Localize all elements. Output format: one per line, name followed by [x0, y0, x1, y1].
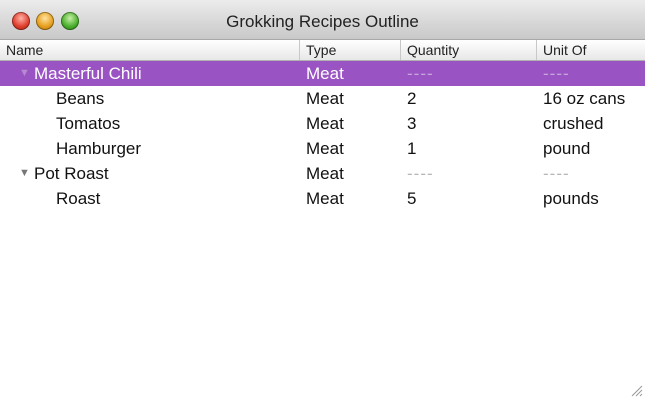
outline-row-group[interactable]: ▼ Masterful Chili Meat ---- ----: [0, 61, 645, 86]
row-type: Meat: [306, 189, 344, 208]
row-unit: ----: [543, 164, 570, 183]
row-type: Meat: [306, 114, 344, 133]
row-type: Meat: [306, 89, 344, 108]
row-quantity: 2: [407, 89, 417, 108]
outline-row[interactable]: Roast Meat 5 pounds: [0, 186, 645, 211]
row-name: Tomatos: [56, 114, 121, 133]
row-unit: ----: [543, 64, 570, 83]
row-name: Masterful Chili: [34, 64, 142, 83]
outline-row[interactable]: Tomatos Meat 3 crushed: [0, 111, 645, 136]
row-type: Meat: [306, 64, 344, 83]
column-header-name[interactable]: Name: [0, 40, 300, 60]
outline-row[interactable]: Hamburger Meat 1 pound: [0, 136, 645, 161]
row-type: Meat: [306, 139, 344, 158]
row-name: Roast: [56, 189, 101, 208]
row-quantity: 5: [407, 189, 417, 208]
row-quantity: ----: [407, 164, 434, 183]
row-quantity: 3: [407, 114, 417, 133]
outline-row[interactable]: Beans Meat 2 16 oz cans: [0, 86, 645, 111]
column-header-quantity[interactable]: Quantity: [401, 40, 537, 60]
row-name: Hamburger: [56, 139, 142, 158]
row-quantity: 1: [407, 139, 417, 158]
window-title: Grokking Recipes Outline: [226, 12, 419, 31]
title-bar[interactable]: Grokking Recipes Outline: [0, 0, 645, 39]
row-name: Pot Roast: [34, 164, 109, 183]
row-unit: pounds: [543, 189, 599, 208]
column-header-type[interactable]: Type: [300, 40, 401, 60]
row-unit: 16 oz cans: [543, 89, 626, 108]
resize-grip-icon[interactable]: [629, 383, 643, 397]
column-header-unit-of[interactable]: Unit Of: [537, 40, 645, 60]
row-quantity: ----: [407, 64, 434, 83]
row-type: Meat: [306, 164, 344, 183]
outline-window: Grokking Recipes Outline Name Type Quant…: [0, 0, 645, 399]
outline-row-group[interactable]: ▼ Pot Roast Meat ---- ----: [0, 161, 645, 186]
row-name: Beans: [56, 89, 105, 108]
row-unit: pound: [543, 139, 591, 158]
row-unit: crushed: [543, 114, 604, 133]
outline-rows: ▼ Masterful Chili Meat ---- ---- Beans M…: [0, 61, 645, 211]
column-header: Name Type Quantity Unit Of: [0, 39, 645, 61]
